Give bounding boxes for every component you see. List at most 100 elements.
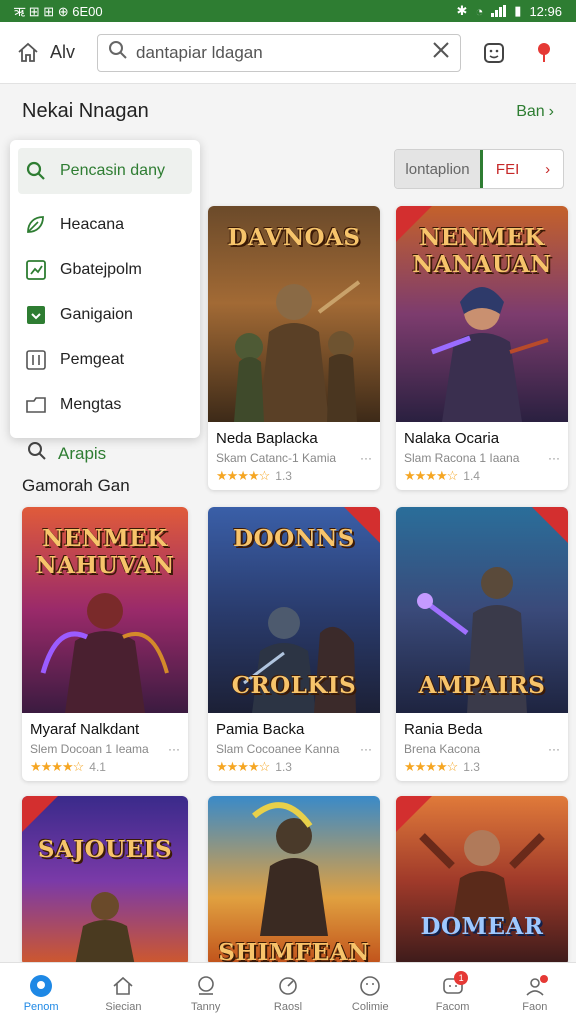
chevron-right-icon: ›	[545, 160, 551, 178]
tab-siecian[interactable]: Siecian	[82, 963, 164, 1024]
game-cover-image: DOMEAR	[396, 796, 568, 966]
game-card[interactable]: NENMEK NANAUAN Nalaka Ocaria Slam Racona…	[396, 206, 568, 490]
star-rating-icon: ★★★★☆	[404, 468, 458, 483]
rating-value: 4.1	[89, 760, 106, 774]
filter-toggle[interactable]: lontaplion FEI ›	[394, 149, 564, 189]
game-subtitle-row: Brena Kacona ···	[404, 742, 560, 756]
gauge-icon	[279, 977, 297, 995]
tab-penom[interactable]: Penom	[0, 963, 82, 1024]
rating-row: ★★★★☆ 1.3	[216, 468, 372, 484]
corner-ribbon-icon	[532, 507, 568, 543]
chat-icon	[197, 976, 214, 995]
game-card[interactable]: DOMEAR	[396, 796, 568, 966]
menu-item-heacana[interactable]: Heacana	[18, 202, 192, 247]
cover-title: DAVNOAS	[227, 224, 361, 251]
star-rating-icon: ★★★★☆	[30, 759, 84, 774]
warrior-illustration	[252, 802, 328, 936]
tab-raosl[interactable]: Raosl	[247, 963, 329, 1024]
game-card[interactable]: SAJOUEIS	[22, 796, 188, 966]
inbox-icon	[24, 303, 48, 327]
chart-icon	[24, 258, 48, 282]
menu-item-label: Heacana	[60, 215, 125, 233]
more-icon[interactable]: ···	[360, 451, 372, 465]
tab-facom[interactable]: 1 Facom	[411, 963, 493, 1024]
dropdown-menu: Pencasin dany Heacana Gbatejpolm Ganigai…	[10, 140, 200, 438]
tab-colimie[interactable]: Colimie	[329, 963, 411, 1024]
sliders-icon	[24, 348, 48, 372]
see-all-link[interactable]: Ban ›	[516, 103, 554, 121]
menu-item-gbatejpolm[interactable]: Gbatejpolm	[18, 247, 192, 292]
tab-label: Tanny	[191, 1001, 221, 1013]
section-title: Nekai Nnagan	[22, 100, 149, 122]
game-subtitle: Brena Kacona	[404, 742, 481, 756]
game-title: Rania Beda	[404, 721, 483, 738]
filter-option-left[interactable]: lontaplion	[395, 150, 483, 188]
cover-title: DOONNS	[233, 525, 355, 552]
cover-subtitle: CROLKIS	[231, 672, 357, 699]
face-icon[interactable]	[483, 42, 505, 64]
game-subtitle-row: Slem Docoan 1 Ieama ···	[30, 742, 180, 756]
game-card[interactable]: DAVNOAS Neda Baplacka Skam Catanc-1 Kami…	[208, 206, 380, 490]
status-bar: ऋ ⊞ ⊞ ⊕ 6E00 ✱ ◔ ▮ 12:96	[0, 0, 576, 22]
status-right: ✱ ◔ ▮ 12:96	[457, 3, 562, 19]
menu-item-ganigaion[interactable]: Ganigaion	[18, 292, 192, 337]
search-bar[interactable]	[97, 33, 462, 72]
wifi-icon: ◔	[475, 3, 484, 19]
warrior-illustration	[419, 830, 545, 926]
filter-option-right[interactable]: FEI ›	[483, 150, 563, 188]
home-icon[interactable]	[16, 41, 40, 65]
menu-item-label: Gbatejpolm	[60, 260, 142, 278]
status-left-icons: ऋ ⊞ ⊞ ⊕ 6E00	[14, 4, 103, 19]
game-title: Myaraf Nalkdant	[30, 721, 140, 738]
more-icon[interactable]: ···	[548, 451, 560, 465]
rating-value: 1.3	[275, 760, 292, 774]
menu-item-mengtas[interactable]: Mengtas	[18, 382, 192, 427]
tab-label: Penom	[23, 1001, 59, 1013]
location-icon	[30, 975, 53, 997]
tab-faon[interactable]: Faon	[494, 963, 576, 1024]
game-card[interactable]: SHIMFEAN	[208, 796, 380, 966]
tab-label: Colimie	[351, 1001, 389, 1013]
game-title: Nalaka Ocaria	[404, 430, 500, 447]
cover-title: SAJOUEIS	[37, 836, 173, 863]
more-icon[interactable]: ···	[548, 742, 560, 756]
game-subtitle: Slem Docoan 1 Ieama	[30, 742, 149, 756]
star-rating-icon: ★★★★☆	[404, 759, 458, 774]
cover-title: DOMEAR	[420, 913, 544, 940]
tab-label: Facom	[435, 1001, 470, 1013]
game-title: Neda Baplacka	[216, 430, 318, 447]
game-card[interactable]: AMPAIRS Rania Beda Brena Kacona ··· ★★★★☆…	[396, 507, 568, 781]
more-icon[interactable]: ···	[168, 742, 180, 756]
rating-row: ★★★★☆ 4.1	[30, 759, 180, 775]
rating-row: ★★★★☆ 1.3	[216, 759, 372, 775]
menu-item-label: Mengtas	[60, 395, 122, 413]
clear-search-icon[interactable]	[432, 41, 450, 64]
section-header: Nekai Nnagan Ban ›	[22, 100, 554, 123]
more-icon[interactable]: ···	[360, 742, 372, 756]
see-all-label: Ban	[516, 102, 545, 120]
search-link-row[interactable]: Arapis	[26, 440, 106, 467]
menu-item-pemgeat[interactable]: Pemgeat	[18, 337, 192, 382]
folder-icon	[24, 393, 48, 417]
game-cover-image: NENMEK NAHUVAN	[22, 507, 188, 713]
game-card[interactable]: NENMEK NAHUVAN Myaraf Nalkdant Slem Doco…	[22, 507, 188, 781]
status-time: 12:96	[529, 3, 562, 19]
category-subheading: Gamorah Gan	[22, 476, 130, 495]
game-subtitle: Skam Catanc-1 Kamia	[216, 451, 337, 465]
rating-value: 1.3	[463, 760, 480, 774]
warrior-illustration	[40, 593, 169, 713]
tab-label: Raosl	[273, 1001, 303, 1013]
battery-icon: ▮	[514, 3, 522, 18]
tab-tanny[interactable]: Tanny	[165, 963, 247, 1024]
signal-icon	[491, 5, 507, 17]
search-icon	[108, 40, 128, 65]
menu-item-label: Pemgeat	[60, 350, 125, 368]
menu-item-search[interactable]: Pencasin dany	[18, 148, 192, 194]
location-pin-icon[interactable]	[535, 42, 553, 64]
search-input[interactable]	[136, 42, 433, 63]
game-cover-image: DAVNOAS	[208, 206, 380, 422]
game-subtitle: Slam Racona 1 Iaana	[404, 451, 520, 465]
game-card[interactable]: DOONNS CROLKIS Pamia Backa Slam Cocoanee…	[208, 507, 380, 781]
link-label: Arapis	[58, 443, 107, 463]
warrior-illustration	[431, 287, 549, 422]
